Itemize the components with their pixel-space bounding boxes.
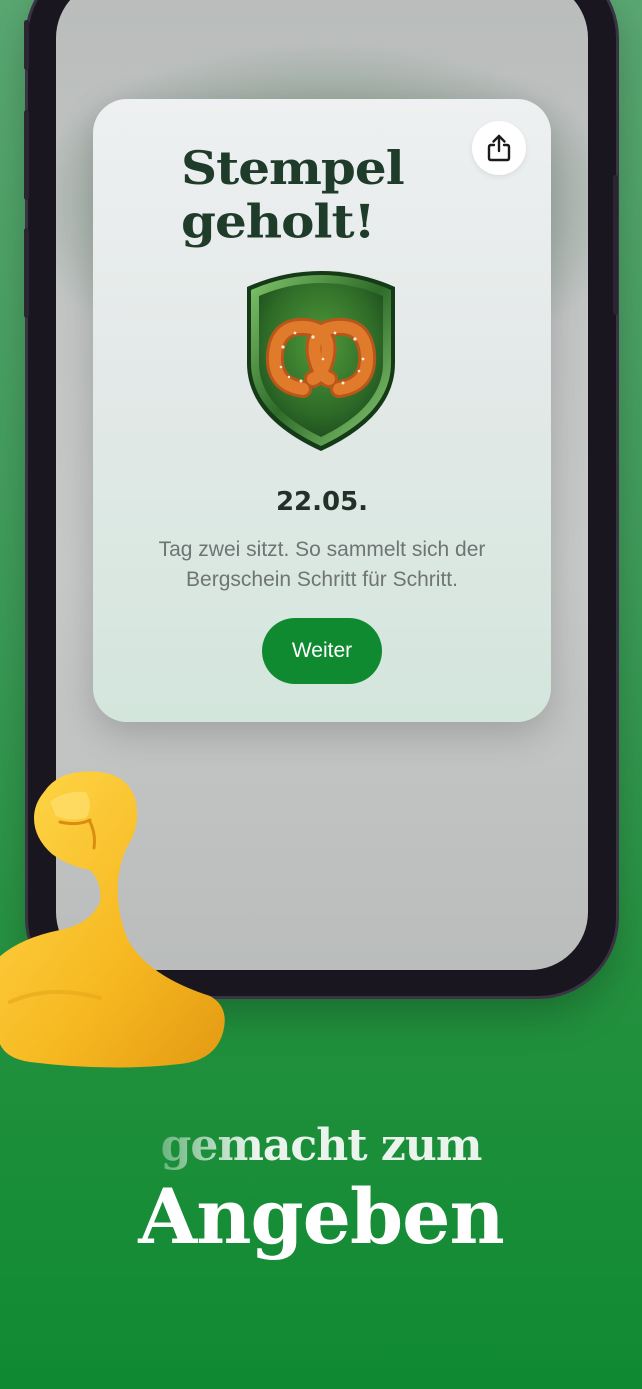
pretzel-badge-icon [247, 271, 395, 451]
phone-side-button [24, 20, 29, 70]
stamp-card: Stempel geholt! 22.05. Tag zwei sitzt. S… [93, 99, 551, 722]
card-title: Stempel geholt! [181, 140, 405, 249]
promo-tagline: gemacht zum [160, 1120, 483, 1171]
continue-button[interactable]: Weiter [262, 618, 382, 684]
share-icon [487, 134, 511, 162]
flexed-biceps-icon [0, 771, 225, 1068]
phone-side-button [24, 110, 29, 200]
phone-side-button [24, 228, 29, 318]
stamp-description: Tag zwei sitzt. So sammelt sich der Berg… [158, 538, 486, 591]
phone-side-button [613, 175, 618, 315]
promo-headline: Angeben [138, 1172, 504, 1261]
stamp-date: 22.05. [275, 487, 369, 517]
